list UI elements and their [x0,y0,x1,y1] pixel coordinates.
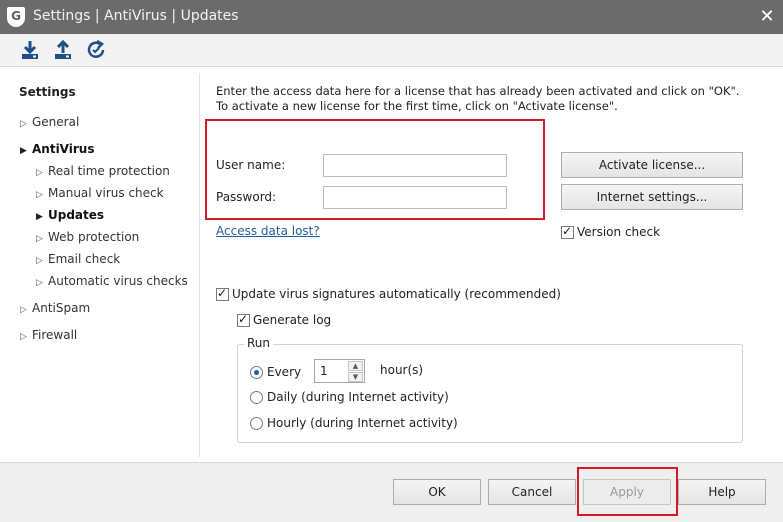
intro-text: Enter the access data here for a license… [216,84,739,113]
app-logo-icon: G [7,7,25,27]
ok-button[interactable]: OK [393,479,481,505]
auto-update-checkbox[interactable]: Update virus signatures automatically (r… [216,286,561,301]
radio-every[interactable]: Every [250,365,301,379]
collapse-arrow-icon: ▶ [20,146,27,156]
checkbox-box [237,312,250,327]
reset-icon[interactable] [85,39,107,61]
spin-down-icon[interactable]: ▼ [348,372,363,382]
password-field[interactable] [323,186,507,209]
sidebar-item-real-time-protection[interactable]: ▷ Real time protection [36,164,170,182]
sidebar-heading: Settings [19,85,76,99]
spin-up-icon[interactable]: ▲ [348,361,363,371]
close-icon[interactable]: ✕ [757,6,777,28]
hours-unit-label: hour(s) [380,363,424,377]
expand-arrow-icon: ▷ [36,168,43,178]
help-button[interactable]: Help [678,479,766,505]
checkbox-box [561,224,574,239]
radio-dot [250,390,263,404]
sidebar-item-antivirus[interactable]: ▶ AntiVirus [20,142,94,160]
expand-arrow-icon: ▷ [20,119,27,129]
run-group-title: Run [244,336,274,350]
radio-daily[interactable]: Daily (during Internet activity) [250,390,449,404]
title-bar: G Settings | AntiVirus | Updates ✕ [0,0,783,34]
version-check-checkbox[interactable]: Version check [561,224,660,239]
checkbox-box [216,286,229,301]
sidebar-item-updates[interactable]: ▶ Updates [36,208,104,226]
cancel-button[interactable]: Cancel [488,479,576,505]
sidebar-item-manual-virus-check[interactable]: ▷ Manual virus check [36,186,164,204]
toolbar [0,34,783,67]
settings-sidebar: Settings ▷ General ▶ AntiVirus ▷ Real time … [0,73,200,457]
access-data-lost-link[interactable]: Access data lost? [216,224,320,238]
activate-license-button[interactable]: Activate license... [561,152,743,178]
upload-icon[interactable] [52,39,74,61]
sidebar-item-firewall[interactable]: ▷ Firewall [20,328,77,346]
radio-dot [250,416,263,430]
intro-line-2: To activate a new license for the first … [216,98,618,113]
sidebar-item-antispam[interactable]: ▷ AntiSpam [20,301,90,319]
download-icon[interactable] [19,39,41,61]
apply-highlight [577,467,678,516]
radio-hourly[interactable]: Hourly (during Internet activity) [250,416,458,430]
sidebar-item-web-protection[interactable]: ▷ Web protection [36,230,139,248]
expand-arrow-icon: ▷ [20,305,27,315]
password-label: Password: [216,190,277,204]
expand-arrow-icon: ▷ [36,256,43,266]
expand-arrow-icon: ▷ [36,278,43,288]
username-label: User name: [216,158,286,172]
generate-log-checkbox[interactable]: Generate log [237,312,331,327]
sidebar-item-general[interactable]: ▷ General [20,115,79,133]
internet-settings-button[interactable]: Internet settings... [561,184,743,210]
hours-stepper[interactable]: 1 ▲ ▼ [314,359,365,383]
expand-arrow-icon: ▷ [36,190,43,200]
intro-line-1: Enter the access data here for a license… [216,84,740,98]
expand-arrow-icon: ▷ [20,332,27,342]
selected-arrow-icon: ▶ [36,212,43,222]
window-title: Settings | AntiVirus | Updates [33,8,239,24]
sidebar-item-email-check[interactable]: ▷ Email check [36,252,120,270]
sidebar-item-automatic-virus-checks[interactable]: ▷ Automatic virus checks [36,274,188,292]
expand-arrow-icon: ▷ [36,234,43,244]
username-field[interactable] [323,154,507,177]
radio-dot [250,365,263,379]
